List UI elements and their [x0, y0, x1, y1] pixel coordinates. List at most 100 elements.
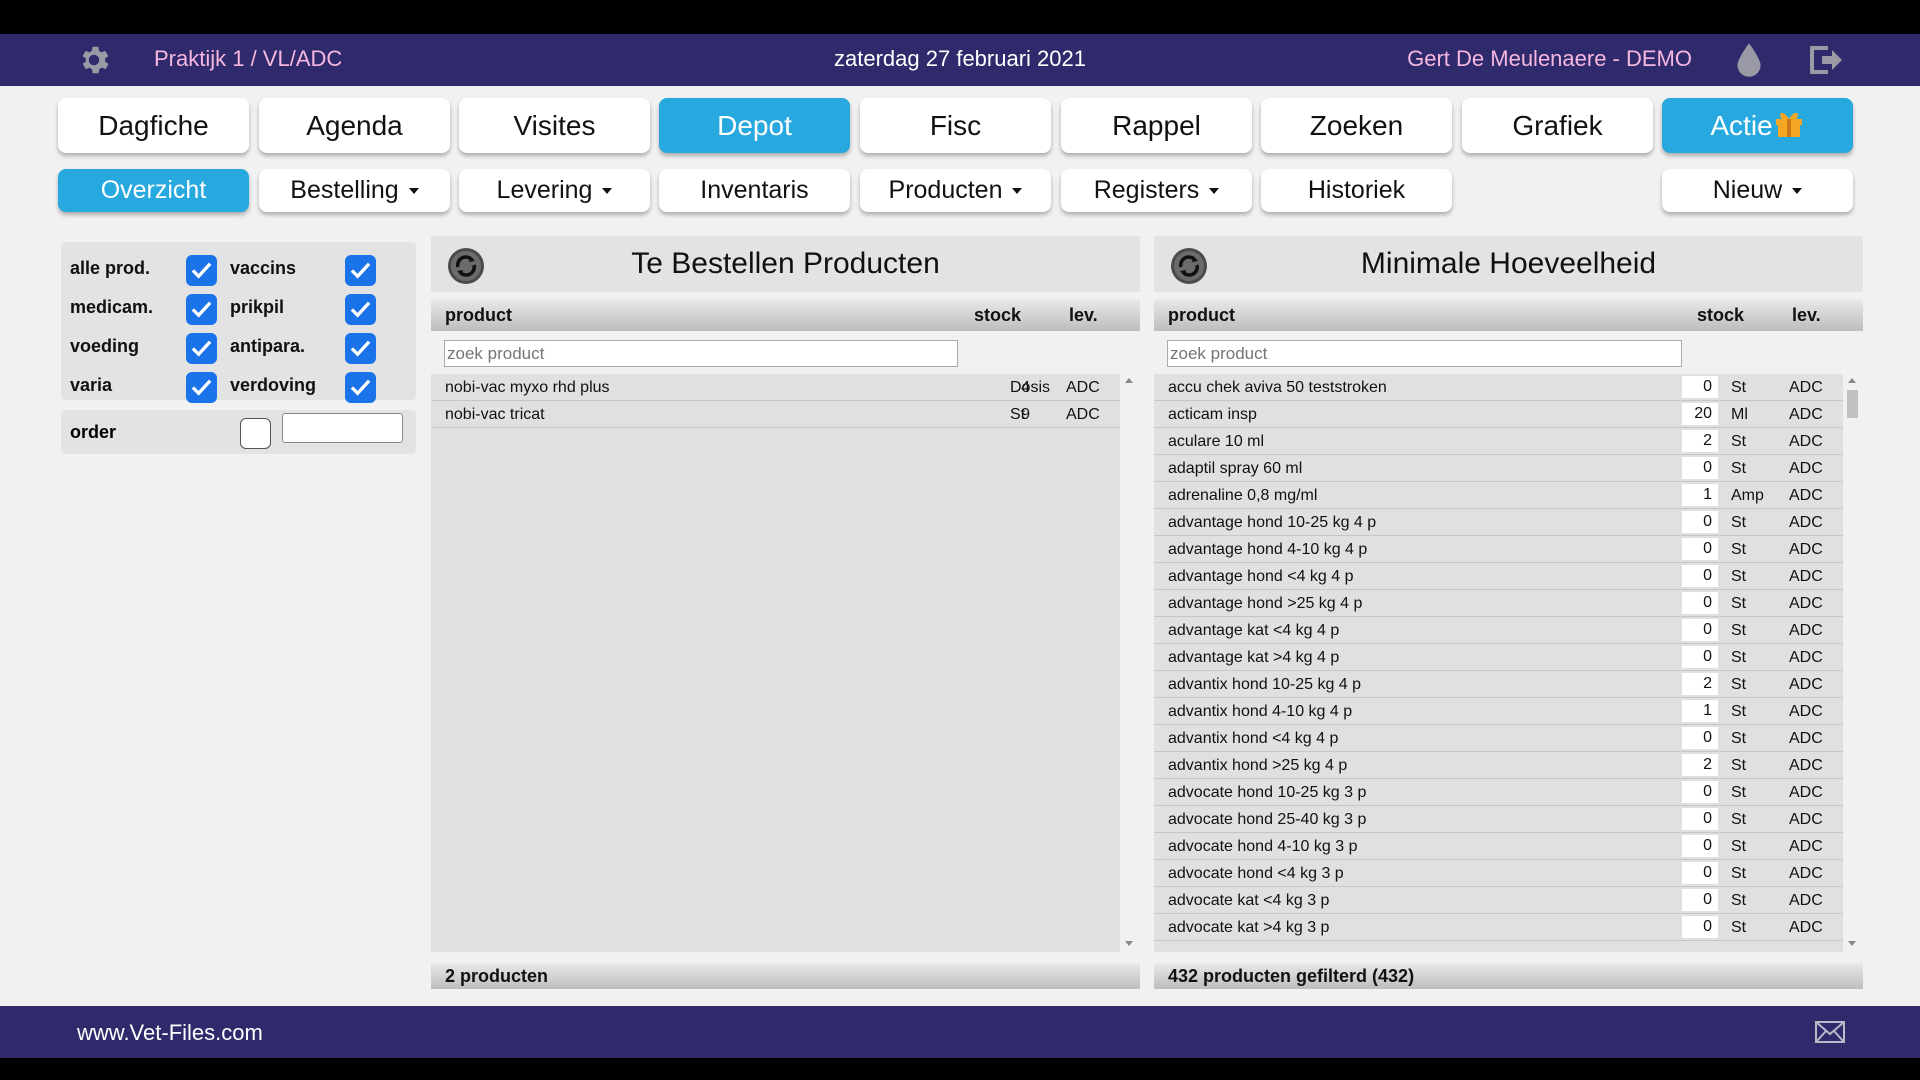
order-input[interactable]	[282, 413, 403, 443]
table-row[interactable]: advocate kat <4 kg 3 p 0 St ADC	[1154, 887, 1843, 914]
mail-icon[interactable]	[1815, 1021, 1845, 1043]
tab-rappel[interactable]: Rappel	[1061, 98, 1252, 153]
table-row[interactable]: advantix hond 4-10 kg 4 p 1 St ADC	[1154, 698, 1843, 725]
table-row[interactable]: accu chek aviva 50 teststroken 0 St ADC	[1154, 374, 1843, 401]
stock-qty[interactable]: 0	[1682, 538, 1718, 560]
scroll-down-icon[interactable]	[1125, 941, 1133, 946]
table-row[interactable]: nobi-vac myxo rhd plus 4 Dosis ADC	[431, 374, 1120, 401]
stock-qty[interactable]: 2	[1682, 754, 1718, 776]
table-row[interactable]: advantage hond >25 kg 4 p 0 St ADC	[1154, 590, 1843, 617]
filter-label: verdoving	[230, 375, 317, 395]
subtab-levering[interactable]: Levering	[459, 169, 650, 212]
supplier: ADC	[1789, 514, 1823, 531]
stock-qty[interactable]: 2	[1682, 673, 1718, 695]
subtab-overzicht[interactable]: Overzicht	[58, 169, 249, 212]
table-row[interactable]: aculare 10 ml 2 St ADC	[1154, 428, 1843, 455]
stock-qty[interactable]: 0	[1682, 457, 1718, 479]
user-label[interactable]: Gert De Meulenaere - DEMO	[1407, 46, 1692, 72]
order-checkbox[interactable]	[240, 418, 271, 449]
tab-agenda[interactable]: Agenda	[259, 98, 450, 153]
checkbox-varia[interactable]	[186, 372, 217, 403]
stock-unit: St	[1731, 622, 1747, 639]
subtab-bestelling[interactable]: Bestelling	[259, 169, 450, 212]
checkbox-antipara[interactable]	[345, 333, 376, 364]
table-row[interactable]: advocate hond <4 kg 3 p 0 St ADC	[1154, 860, 1843, 887]
stock-qty[interactable]: 0	[1682, 376, 1718, 398]
table-row[interactable]: advocate hond 25-40 kg 3 p 0 St ADC	[1154, 806, 1843, 833]
col-product[interactable]: product	[445, 305, 512, 326]
stock-qty[interactable]: 1	[1682, 484, 1718, 506]
search-input[interactable]	[444, 340, 958, 367]
checkbox-voeding[interactable]	[186, 333, 217, 364]
table-row[interactable]: advocate hond 4-10 kg 3 p 0 St ADC	[1154, 833, 1843, 860]
stock-qty[interactable]: 20	[1682, 403, 1718, 425]
tab-actie[interactable]: Actie	[1662, 98, 1853, 153]
stock-qty[interactable]: 0	[1682, 511, 1718, 533]
stock-qty[interactable]: 0	[1682, 646, 1718, 668]
stock-qty[interactable]: 0	[1682, 565, 1718, 587]
checkbox-prikpil[interactable]	[345, 294, 376, 325]
stock-qty[interactable]: 2	[1682, 430, 1718, 452]
stock-qty[interactable]: 1	[1682, 700, 1718, 722]
table-row[interactable]: advocate kat >4 kg 3 p 0 St ADC	[1154, 914, 1843, 941]
subtab-producten[interactable]: Producten	[860, 169, 1051, 212]
table-row[interactable]: advantage hond 4-10 kg 4 p 0 St ADC	[1154, 536, 1843, 563]
stock-qty[interactable]: 0	[1682, 808, 1718, 830]
stock-qty[interactable]: 0	[1682, 592, 1718, 614]
stock-qty[interactable]: 0	[1682, 619, 1718, 641]
table-row[interactable]: adaptil spray 60 ml 0 St ADC	[1154, 455, 1843, 482]
scroll-down-icon[interactable]	[1848, 941, 1856, 946]
subtab-registers[interactable]: Registers	[1061, 169, 1252, 212]
col-stock[interactable]: stock	[974, 305, 1021, 326]
subtab-nieuw[interactable]: Nieuw	[1662, 169, 1853, 212]
col-product[interactable]: product	[1168, 305, 1235, 326]
stock-unit: St	[1731, 811, 1747, 828]
scroll-up-icon[interactable]	[1848, 378, 1856, 383]
table-row[interactable]: advantage hond <4 kg 4 p 0 St ADC	[1154, 563, 1843, 590]
search-input[interactable]	[1167, 340, 1682, 367]
col-lev[interactable]: lev.	[1069, 305, 1098, 326]
check-icon	[191, 379, 212, 396]
table-row[interactable]: advantage kat >4 kg 4 p 0 St ADC	[1154, 644, 1843, 671]
stock-qty[interactable]: 0	[1682, 781, 1718, 803]
scroll-up-icon[interactable]	[1125, 378, 1133, 383]
tab-zoeken[interactable]: Zoeken	[1261, 98, 1452, 153]
checkbox-verdoving[interactable]	[345, 372, 376, 403]
tab-grafiek[interactable]: Grafiek	[1462, 98, 1653, 153]
stock-qty[interactable]: 0	[1682, 916, 1718, 938]
table-row[interactable]: advocate hond 10-25 kg 3 p 0 St ADC	[1154, 779, 1843, 806]
scrollbar[interactable]	[1120, 374, 1138, 952]
scrollbar[interactable]	[1843, 374, 1861, 952]
tab-dagfiche[interactable]: Dagfiche	[58, 98, 249, 153]
table-row[interactable]: advantage hond 10-25 kg 4 p 0 St ADC	[1154, 509, 1843, 536]
table-row[interactable]: advantage kat <4 kg 4 p 0 St ADC	[1154, 617, 1843, 644]
stock-qty[interactable]: 0	[1682, 889, 1718, 911]
refresh-icon[interactable]	[446, 246, 486, 286]
website-link[interactable]: www.Vet-Files.com	[77, 1020, 263, 1046]
subtab-inventaris[interactable]: Inventaris	[659, 169, 850, 212]
table-row[interactable]: acticam insp 20 Ml ADC	[1154, 401, 1843, 428]
subtab-historiek[interactable]: Historiek	[1261, 169, 1452, 212]
stock-qty[interactable]: 0	[1682, 835, 1718, 857]
table-row[interactable]: advantix hond >25 kg 4 p 2 St ADC	[1154, 752, 1843, 779]
stock-qty[interactable]: 0	[1682, 862, 1718, 884]
refresh-icon[interactable]	[1169, 246, 1209, 286]
water-drop-icon[interactable]	[1736, 42, 1762, 78]
check-icon	[350, 301, 371, 318]
tab-visites[interactable]: Visites	[459, 98, 650, 153]
table-row[interactable]: advantix hond <4 kg 4 p 0 St ADC	[1154, 725, 1843, 752]
stock-qty[interactable]: 0	[1682, 727, 1718, 749]
checkbox-medicam[interactable]	[186, 294, 217, 325]
supplier: ADC	[1789, 865, 1823, 882]
logout-icon[interactable]	[1808, 44, 1844, 76]
checkbox-vaccins[interactable]	[345, 255, 376, 286]
tab-fisc[interactable]: Fisc	[860, 98, 1051, 153]
col-lev[interactable]: lev.	[1792, 305, 1821, 326]
tab-depot[interactable]: Depot	[659, 98, 850, 153]
col-stock[interactable]: stock	[1697, 305, 1744, 326]
scrollbar-thumb[interactable]	[1847, 390, 1858, 418]
table-row[interactable]: adrenaline 0,8 mg/ml 1 Amp ADC	[1154, 482, 1843, 509]
table-row[interactable]: advantix hond 10-25 kg 4 p 2 St ADC	[1154, 671, 1843, 698]
checkbox-alle-prod[interactable]	[186, 255, 217, 286]
table-row[interactable]: nobi-vac tricat 9 St ADC	[431, 401, 1120, 428]
